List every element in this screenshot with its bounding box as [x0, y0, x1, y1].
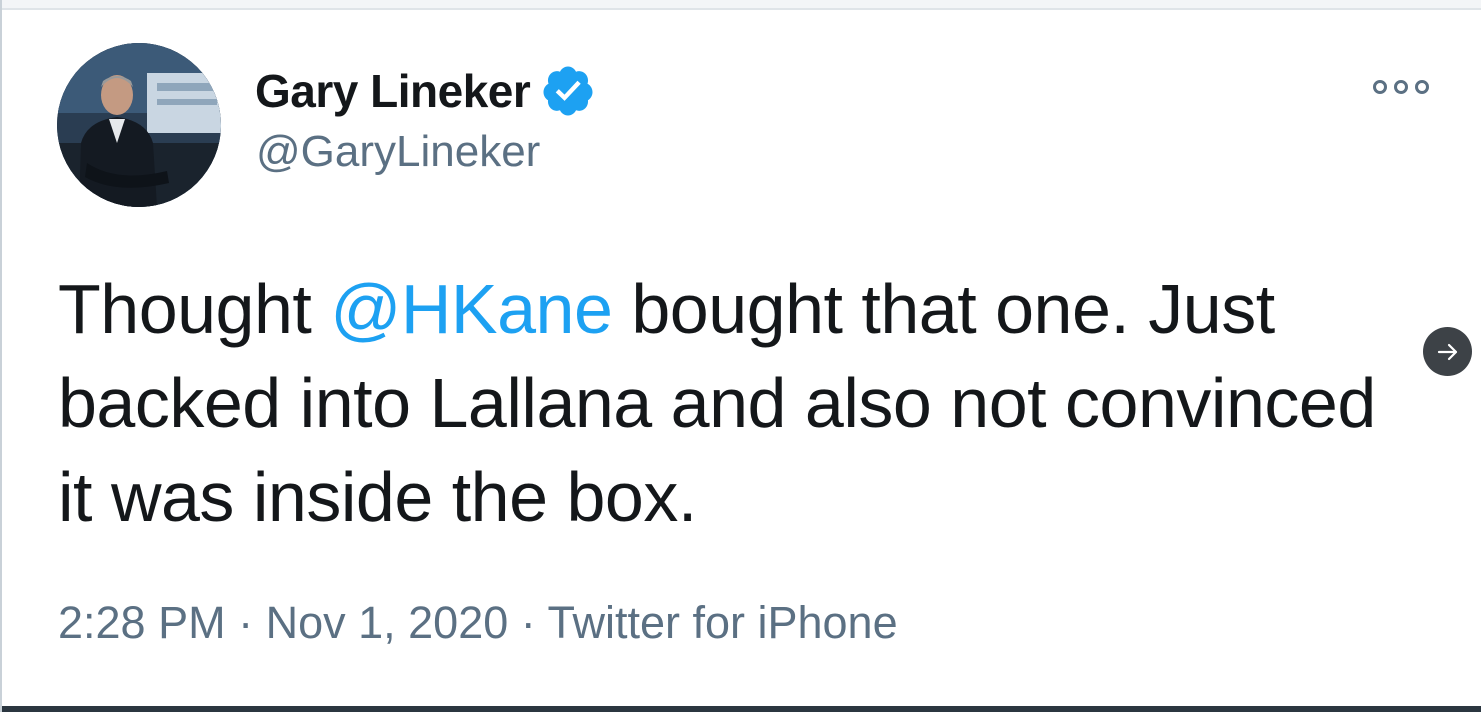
tweet-card: Gary Lineker @GaryLineker Thought @HKane…: [0, 0, 1481, 712]
avatar[interactable]: [57, 43, 221, 207]
tweet-text-start: Thought: [58, 270, 331, 348]
tweet-time[interactable]: 2:28 PM: [58, 597, 226, 648]
mention-link[interactable]: @HKane: [330, 270, 613, 348]
arrow-right-icon: [1437, 343, 1457, 360]
tweet-meta: 2:28 PM · Nov 1, 2020 · Twitter for iPho…: [58, 597, 898, 649]
verified-badge-icon: [543, 66, 593, 116]
author-handle[interactable]: @GaryLineker: [256, 127, 540, 177]
more-options-button[interactable]: [1371, 72, 1431, 102]
tweet-text: Thought @HKane bought that one. Just bac…: [58, 262, 1388, 544]
tweet-date[interactable]: Nov 1, 2020: [266, 597, 509, 648]
top-divider: [2, 0, 1481, 10]
more-options-icon: [1373, 80, 1429, 94]
bottom-divider: [2, 706, 1481, 712]
meta-separator: ·: [508, 597, 548, 648]
author-name-row: Gary Lineker: [255, 62, 596, 120]
next-button[interactable]: [1423, 327, 1472, 376]
tweet-source[interactable]: Twitter for iPhone: [547, 597, 897, 648]
avatar-photo: [57, 43, 221, 207]
author-display-name[interactable]: Gary Lineker: [255, 64, 531, 118]
meta-separator: ·: [225, 597, 266, 648]
